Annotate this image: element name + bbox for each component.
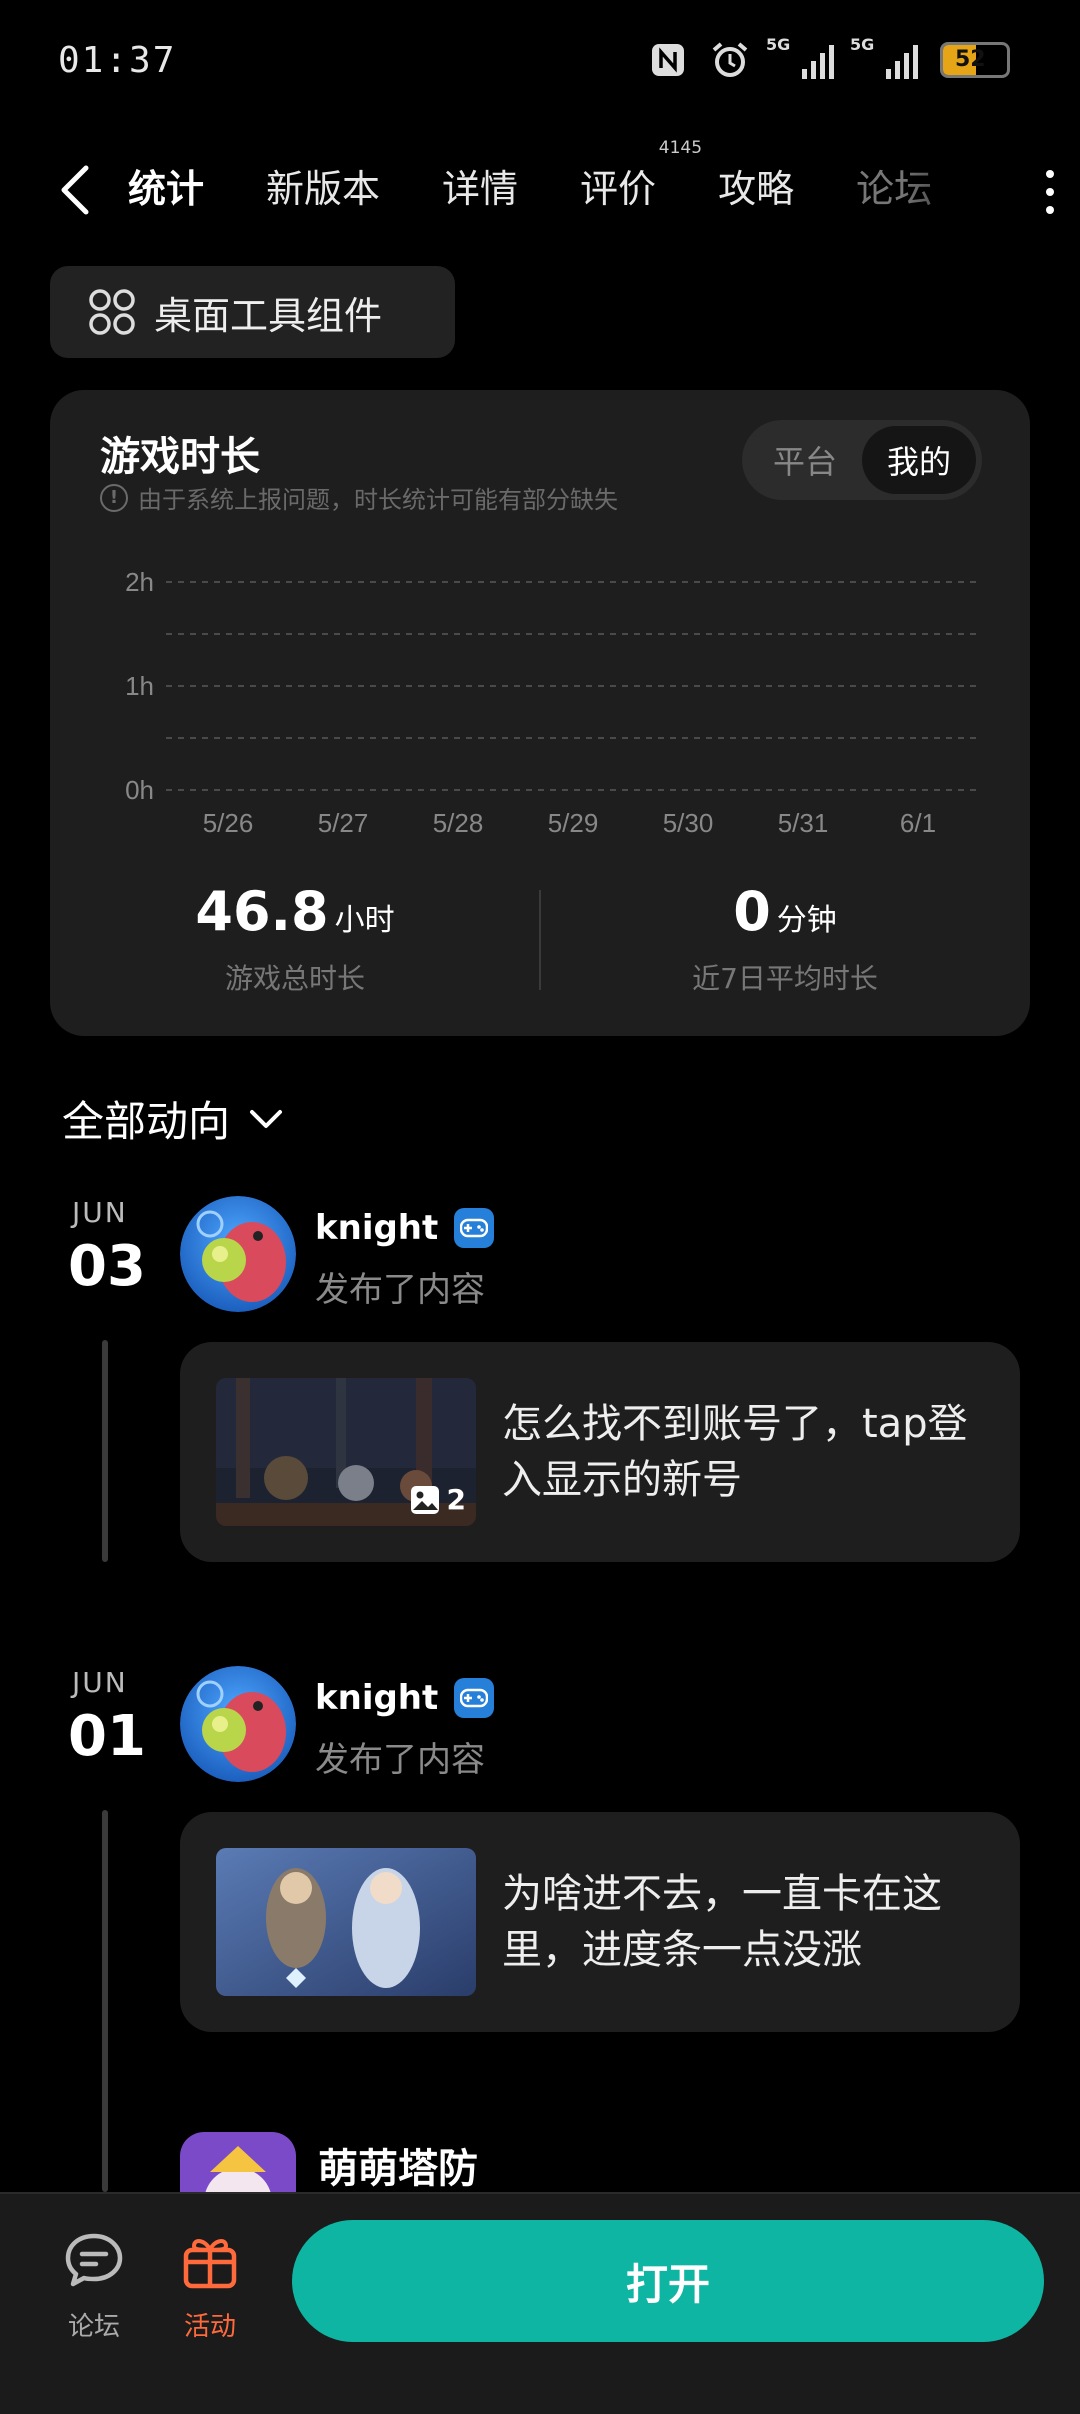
tab-guides[interactable]: 攻略 (718, 158, 794, 219)
entry-day: 03 (68, 1234, 146, 1299)
post-text: 为啥进不去，一直卡在这里，进度条一点没涨 (502, 1871, 942, 1973)
image-count: 2 (409, 1483, 466, 1516)
tabs-fade (900, 150, 1010, 230)
average-value: 0 (733, 880, 771, 943)
author[interactable]: knight (315, 1208, 495, 1248)
tab-reviews-label: 评价 (580, 167, 657, 211)
x-tick-label: 5/27 (318, 808, 369, 838)
entry-month: JUN (72, 1196, 128, 1229)
x-tick-label: 5/26 (203, 808, 254, 838)
image-icon (410, 1485, 439, 1514)
avatar[interactable] (180, 1196, 296, 1312)
more-options-button[interactable] (1040, 170, 1060, 214)
author[interactable]: knight (315, 1678, 495, 1718)
post-card[interactable]: 2 怎么找不到账号了，tap登入显示的新号 (180, 1342, 1020, 1562)
author-name: knight (315, 1208, 439, 1248)
x-tick-label: 5/31 (778, 808, 829, 838)
total-unit: 小时 (334, 903, 395, 938)
entry-day: 01 (68, 1704, 146, 1769)
bottom-bar: 论坛 活动 打开 (0, 2192, 1080, 2414)
back-button[interactable] (52, 162, 102, 218)
cell-signal-2-icon: 5G (850, 35, 918, 79)
feed-filter-label: 全部动向 (62, 1097, 231, 1146)
signal-2-label: 5G (850, 35, 875, 54)
tab-stats[interactable]: 统计 (121, 158, 211, 227)
gamepad-badge-icon (454, 1678, 495, 1718)
battery-level: 52 (955, 47, 986, 72)
game-title: 萌萌塔防 (318, 2146, 478, 2192)
feed-filter-dropdown[interactable]: 全部动向 (62, 1088, 284, 1149)
battery-icon: 52 (940, 42, 1010, 78)
widgets-icon (89, 289, 135, 335)
total-playtime: 46.8 小时 游戏总时长 (50, 880, 540, 997)
average-caption: 近7日平均时长 (692, 962, 878, 995)
average-playtime: 0 分钟 近7日平均时长 (540, 880, 1030, 997)
total-caption: 游戏总时长 (224, 962, 365, 995)
card-title: 游戏时长 (100, 434, 260, 480)
average-unit: 分钟 (776, 903, 837, 938)
avatar[interactable] (180, 1666, 296, 1782)
toggle-mine[interactable]: 我的 (862, 426, 976, 494)
tab-new-version[interactable]: 新版本 (266, 158, 380, 219)
playtime-card: 游戏时长 ! 由于系统上报问题，时长统计可能有部分缺失 平台 我的 2h 1h 0h… (50, 390, 1030, 1036)
entry-month: JUN (72, 1666, 128, 1699)
widget-chip-label: 桌面工具组件 (154, 293, 383, 338)
chevron-down-icon (250, 1109, 283, 1128)
tabs: 统计 新版本 详情 评价 4145 攻略 论坛 (121, 138, 932, 227)
signal-1-label: 5G (766, 35, 791, 54)
status-time: 01:37 (58, 40, 177, 81)
cell-signal-1-icon: 5G (766, 35, 834, 79)
gift-icon (183, 2239, 237, 2289)
y-tick-label: 2h (125, 567, 154, 597)
post-card[interactable]: 为啥进不去，一直卡在这里，进度条一点没涨 (180, 1812, 1020, 2032)
toggle-platform[interactable]: 平台 (748, 426, 862, 494)
reviews-count-badge: 4145 (658, 138, 703, 158)
open-game-button[interactable]: 打开 (292, 2220, 1044, 2342)
x-tick-label: 5/29 (548, 808, 599, 838)
stats-row: 46.8 小时 游戏总时长 0 分钟 近7日平均时长 (50, 880, 1030, 1020)
back-arrow-icon (61, 165, 89, 215)
x-tick-label: 5/28 (433, 808, 484, 838)
card-notice: ! 由于系统上报问题，时长统计可能有部分缺失 (100, 480, 618, 515)
scope-toggle: 平台 我的 (742, 420, 982, 500)
x-tick-label: 5/30 (663, 808, 714, 838)
entry-action: 发布了内容 (315, 1270, 485, 1310)
tab-bar: 统计 新版本 详情 评价 4145 攻略 论坛 (0, 138, 1080, 230)
forum-chat-icon (65, 2233, 123, 2287)
y-tick-label: 0h (125, 775, 154, 805)
entry-action: 发布了内容 (315, 1740, 485, 1780)
image-count-value: 2 (446, 1483, 466, 1516)
author-name: knight (315, 1678, 439, 1718)
nfc-icon (648, 40, 688, 80)
gamepad-badge-icon (454, 1208, 495, 1248)
timeline-line (102, 1340, 108, 1562)
info-icon: ! (100, 483, 128, 512)
tab-details[interactable]: 详情 (442, 158, 518, 219)
nav-forum-label: 论坛 (67, 2312, 120, 2342)
post-text: 怎么找不到账号了，tap登入显示的新号 (502, 1401, 968, 1503)
desktop-widget-button[interactable]: 桌面工具组件 (50, 266, 455, 358)
post-thumbnail: 2 (216, 1378, 476, 1526)
tab-reviews[interactable]: 评价 4145 (580, 138, 702, 219)
x-tick-label: 6/1 (900, 808, 936, 838)
nav-activity-label: 活动 (183, 2312, 236, 2342)
playtime-chart: 2h 1h 0h 5/26 5/27 5/28 5/29 5/30 5/31 6/1 (125, 567, 976, 838)
status-icons: 5G 5G 52 (648, 35, 1010, 80)
y-tick-label: 1h (125, 671, 154, 701)
post-thumbnail (216, 1848, 476, 1996)
notice-text: 由于系统上报问题，时长统计可能有部分缺失 (138, 486, 618, 514)
total-value: 46.8 (195, 880, 329, 943)
nav-activity[interactable]: 活动 (160, 2230, 260, 2343)
status-bar: 01:37 5G 5G 52 (0, 0, 1080, 130)
nav-forum[interactable]: 论坛 (44, 2230, 144, 2343)
alarm-icon (710, 40, 750, 80)
timeline-line (102, 1810, 108, 2192)
